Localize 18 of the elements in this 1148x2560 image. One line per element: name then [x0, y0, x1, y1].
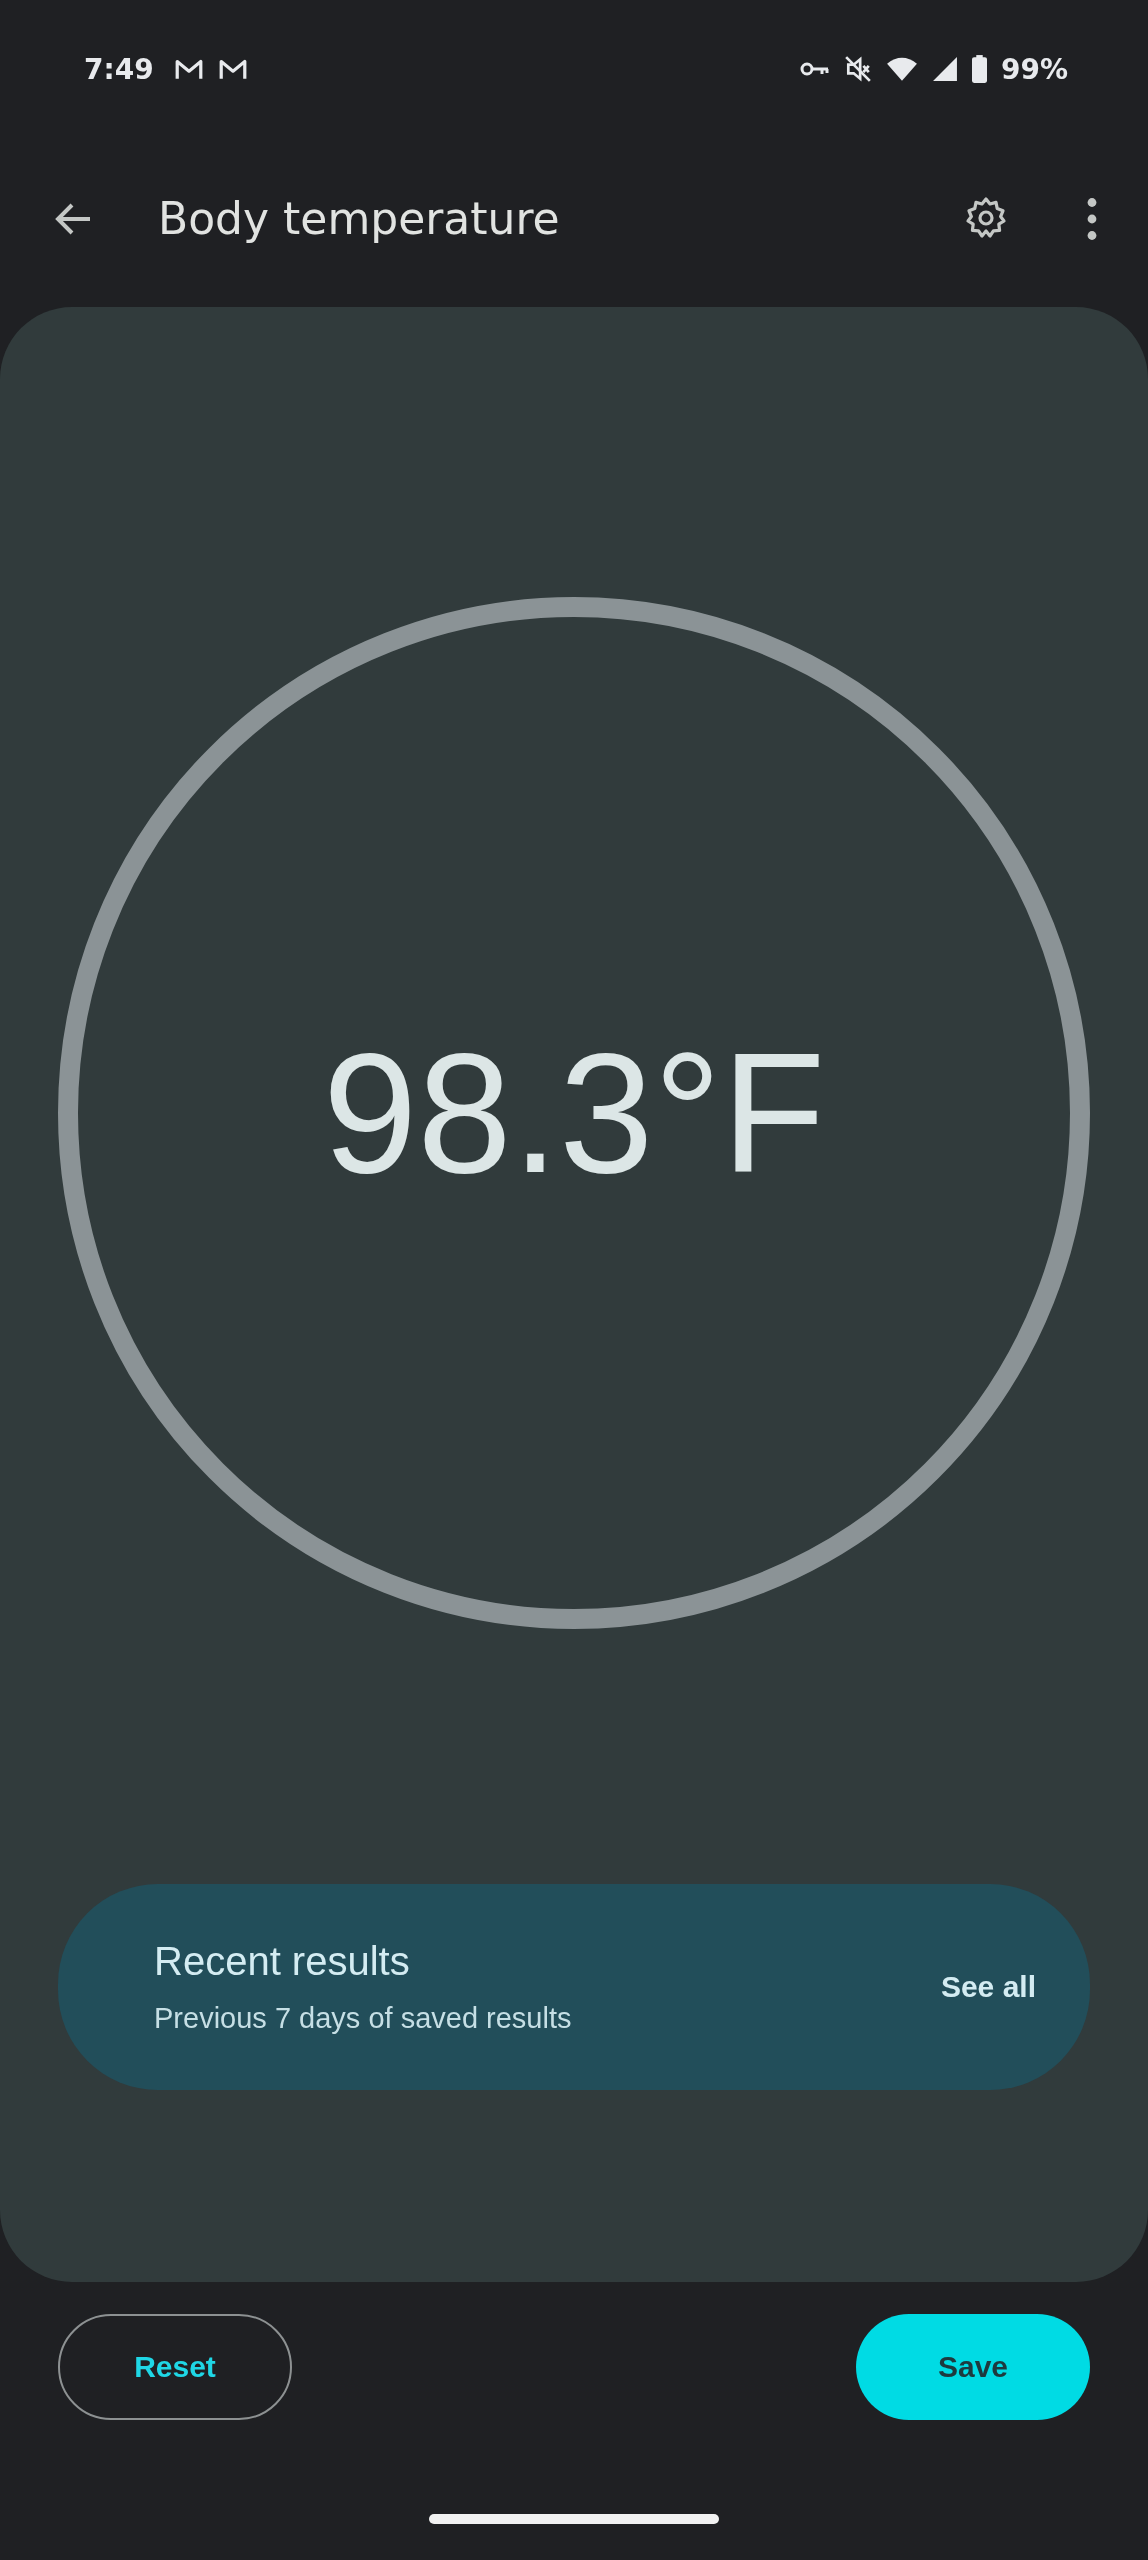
recent-results-title: Recent results: [154, 1939, 411, 1984]
wifi-icon: [885, 56, 918, 82]
reset-button[interactable]: Reset: [58, 2314, 292, 2420]
status-time: 7:49: [84, 52, 154, 86]
battery-icon: [971, 55, 987, 83]
recent-results-card[interactable]: Recent results Previous 7 days of saved results See all: [58, 1884, 1090, 2090]
save-button[interactable]: Save: [856, 2314, 1090, 2420]
mail-icon: [217, 57, 248, 81]
see-all-link[interactable]: See all: [940, 1970, 1036, 2004]
mail-icon: [173, 57, 204, 81]
battery-percent: 99%: [1000, 52, 1068, 86]
page-title: Body temperature: [158, 193, 560, 244]
signal-icon: [931, 56, 958, 82]
temperature-reading: 98.3°F: [322, 1017, 826, 1210]
sound-off-icon: [843, 55, 872, 83]
recent-results-subtitle: Previous 7 days of saved results: [154, 2002, 573, 2035]
more-icon[interactable]: [1086, 196, 1098, 241]
key-icon: [799, 61, 830, 77]
